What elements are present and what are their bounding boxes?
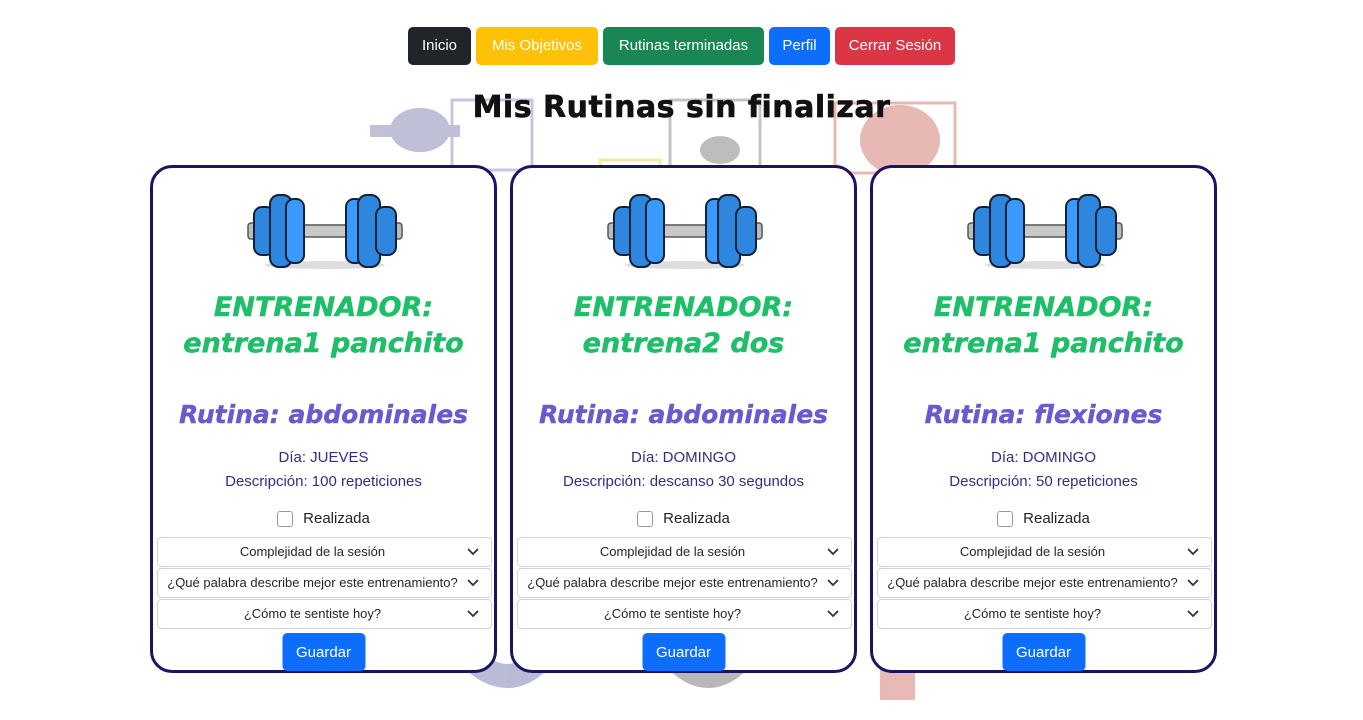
- complexity-select[interactable]: Complejidad de la sesión: [517, 537, 852, 567]
- done-checkbox[interactable]: [277, 510, 294, 527]
- save-button[interactable]: Guardar: [1002, 633, 1085, 671]
- routine-description: Descripción: descanso 30 segundos: [563, 473, 804, 490]
- coach-name: entrena2 dos: [582, 328, 785, 360]
- profile-button[interactable]: Perfil: [769, 27, 830, 65]
- routine-card: ENTRENADOR: entrena2 dos Rutina: abdomin…: [510, 165, 857, 673]
- home-button[interactable]: Inicio: [408, 27, 471, 65]
- routine-info: Día: DOMINGO Descripción: descanso 30 se…: [513, 446, 854, 494]
- finished-routines-button[interactable]: Rutinas terminadas: [603, 27, 764, 65]
- top-nav: Inicio Mis Objetivos Rutinas terminadas …: [0, 27, 1363, 65]
- routine-info: Día: DOMINGO Descripción: 50 repeticione…: [873, 446, 1214, 494]
- done-checkbox[interactable]: [997, 510, 1014, 527]
- routine-card: ENTRENADOR: entrena1 panchito Rutina: fl…: [870, 165, 1217, 673]
- word-select[interactable]: ¿Qué palabra describe mejor este entrena…: [877, 568, 1212, 598]
- word-select[interactable]: ¿Qué palabra describe mejor este entrena…: [517, 568, 852, 598]
- feedback-selects: Complejidad de la sesión ¿Qué palabra de…: [517, 537, 852, 630]
- logout-button[interactable]: Cerrar Sesión: [835, 27, 955, 65]
- routine-name: Rutina: abdominales: [178, 400, 469, 429]
- goals-button[interactable]: Mis Objetivos: [476, 27, 598, 65]
- feeling-select[interactable]: ¿Cómo te sentiste hoy?: [517, 599, 852, 629]
- done-label: Realizada: [1023, 510, 1090, 527]
- word-select-value: ¿Qué palabra describe mejor este entrena…: [527, 575, 818, 590]
- coach-name: entrena1 panchito: [903, 328, 1184, 360]
- done-checkbox-row[interactable]: Realizada: [153, 510, 494, 527]
- routine-name: Rutina: flexiones: [924, 400, 1163, 429]
- page-title: Mis Rutinas sin finalizar: [472, 90, 891, 126]
- chevron-down-icon: [467, 548, 479, 556]
- done-label: Realizada: [303, 510, 370, 527]
- routine-name: Rutina: abdominales: [538, 400, 829, 429]
- coach-label: ENTRENADOR:: [573, 292, 794, 324]
- routine-day: Día: DOMINGO: [990, 449, 1096, 466]
- chevron-down-icon: [1187, 548, 1199, 556]
- chevron-down-icon: [1187, 610, 1199, 618]
- complexity-select[interactable]: Complejidad de la sesión: [877, 537, 1212, 567]
- feeling-select[interactable]: ¿Cómo te sentiste hoy?: [877, 599, 1212, 629]
- complexity-select-value: Complejidad de la sesión: [959, 544, 1106, 559]
- coach-name: entrena1 panchito: [183, 328, 464, 360]
- word-select[interactable]: ¿Qué palabra describe mejor este entrena…: [157, 568, 492, 598]
- coach-label: ENTRENADOR:: [213, 292, 434, 324]
- routine-day: Día: DOMINGO: [630, 449, 736, 466]
- feeling-select-value: ¿Cómo te sentiste hoy?: [603, 606, 742, 621]
- chevron-down-icon: [1187, 579, 1199, 587]
- coach-heading: ENTRENADOR: entrena1 panchito: [153, 290, 494, 362]
- feeling-select-value: ¿Cómo te sentiste hoy?: [243, 606, 382, 621]
- routine-info: Día: JUEVES Descripción: 100 repeticione…: [153, 446, 494, 494]
- chevron-down-icon: [827, 548, 839, 556]
- done-label: Realizada: [663, 510, 730, 527]
- routine-cards: ENTRENADOR: entrena1 panchito Rutina: ab…: [150, 165, 1217, 673]
- dumbbell-icon: [247, 194, 403, 269]
- done-checkbox-row[interactable]: Realizada: [873, 510, 1214, 527]
- chevron-down-icon: [467, 579, 479, 587]
- dumbbell-icon: [967, 194, 1123, 269]
- complexity-select[interactable]: Complejidad de la sesión: [157, 537, 492, 567]
- coach-heading: ENTRENADOR: entrena1 panchito: [873, 290, 1214, 362]
- routine-card: ENTRENADOR: entrena1 panchito Rutina: ab…: [150, 165, 497, 673]
- word-select-value: ¿Qué palabra describe mejor este entrena…: [167, 575, 458, 590]
- routine-description: Descripción: 50 repeticiones: [949, 473, 1138, 490]
- chevron-down-icon: [827, 610, 839, 618]
- feedback-selects: Complejidad de la sesión ¿Qué palabra de…: [877, 537, 1212, 630]
- coach-label: ENTRENADOR:: [933, 292, 1154, 324]
- save-button[interactable]: Guardar: [642, 633, 725, 671]
- dumbbell-icon: [607, 194, 763, 269]
- complexity-select-value: Complejidad de la sesión: [239, 544, 386, 559]
- coach-heading: ENTRENADOR: entrena2 dos: [513, 290, 854, 362]
- done-checkbox[interactable]: [637, 510, 654, 527]
- done-checkbox-row[interactable]: Realizada: [513, 510, 854, 527]
- routine-day: Día: JUEVES: [278, 449, 369, 466]
- chevron-down-icon: [827, 579, 839, 587]
- word-select-value: ¿Qué palabra describe mejor este entrena…: [887, 575, 1178, 590]
- routine-description: Descripción: 100 repeticiones: [225, 473, 422, 490]
- feeling-select[interactable]: ¿Cómo te sentiste hoy?: [157, 599, 492, 629]
- chevron-down-icon: [467, 610, 479, 618]
- feeling-select-value: ¿Cómo te sentiste hoy?: [963, 606, 1102, 621]
- complexity-select-value: Complejidad de la sesión: [599, 544, 746, 559]
- save-button[interactable]: Guardar: [282, 633, 365, 671]
- feedback-selects: Complejidad de la sesión ¿Qué palabra de…: [157, 537, 492, 630]
